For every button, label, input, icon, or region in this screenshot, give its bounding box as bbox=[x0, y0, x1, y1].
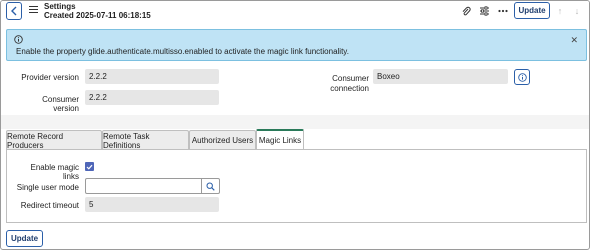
search-icon bbox=[206, 182, 215, 191]
update-button-bottom[interactable]: Update bbox=[6, 230, 43, 247]
chevron-left-icon bbox=[11, 6, 17, 16]
consumer-connection-label-1: Consumer bbox=[332, 74, 369, 83]
more-icon[interactable] bbox=[496, 4, 510, 18]
arrow-up-icon[interactable]: ↑ bbox=[554, 5, 566, 17]
info-banner: Enable the property glide.authenticate.m… bbox=[6, 29, 587, 61]
single-user-mode-lookup-button[interactable] bbox=[201, 178, 220, 194]
redirect-timeout-field: 5 bbox=[85, 197, 219, 212]
form-window: Settings Created 2025-07-11 06:18:15 Upd… bbox=[0, 0, 590, 250]
consumer-connection-field: Boxeo bbox=[373, 69, 508, 84]
enable-magic-links-label: Enable magic links bbox=[30, 163, 79, 181]
enable-magic-links-checkbox[interactable] bbox=[85, 162, 94, 171]
consumer-info-button[interactable] bbox=[514, 69, 530, 85]
close-icon[interactable]: ✕ bbox=[570, 35, 578, 46]
provider-version-field: 2.2.2 bbox=[85, 69, 219, 84]
consumer-version-label: Consumer version bbox=[42, 95, 79, 113]
tab-remote-task-definitions[interactable]: Remote Task Definitions bbox=[102, 130, 189, 150]
single-user-mode-input[interactable] bbox=[85, 178, 202, 194]
consumer-connection-label-2: connection bbox=[330, 84, 369, 93]
page-title: Settings bbox=[44, 2, 76, 11]
banner-message: Enable the property glide.authenticate.m… bbox=[16, 47, 349, 56]
info-icon bbox=[14, 35, 23, 44]
section-separator bbox=[1, 115, 589, 129]
redirect-timeout-label: Redirect timeout bbox=[20, 201, 79, 210]
sliders-icon[interactable] bbox=[477, 4, 491, 18]
menu-icon[interactable] bbox=[29, 6, 38, 14]
form-header: Settings Created 2025-07-11 06:18:15 Upd… bbox=[1, 1, 589, 23]
tab-remote-record-producers[interactable]: Remote Record Producers bbox=[6, 130, 102, 150]
check-icon bbox=[86, 164, 93, 170]
info-icon bbox=[517, 72, 527, 82]
provider-version-label: Provider version bbox=[21, 73, 79, 82]
paperclip-icon[interactable] bbox=[459, 4, 473, 18]
title-block: Settings Created 2025-07-11 06:18:15 bbox=[44, 2, 151, 20]
tab-magic-links[interactable]: Magic Links bbox=[256, 129, 304, 150]
consumer-version-field: 2.2.2 bbox=[85, 90, 219, 105]
update-button-top[interactable]: Update bbox=[514, 2, 550, 19]
tab-authorized-users[interactable]: Authorized Users bbox=[189, 130, 256, 150]
arrow-down-icon[interactable]: ↓ bbox=[571, 5, 583, 17]
back-button[interactable] bbox=[6, 2, 22, 20]
page-subtitle: Created 2025-07-11 06:18:15 bbox=[44, 11, 151, 20]
single-user-mode-label: Single user mode bbox=[16, 183, 79, 192]
